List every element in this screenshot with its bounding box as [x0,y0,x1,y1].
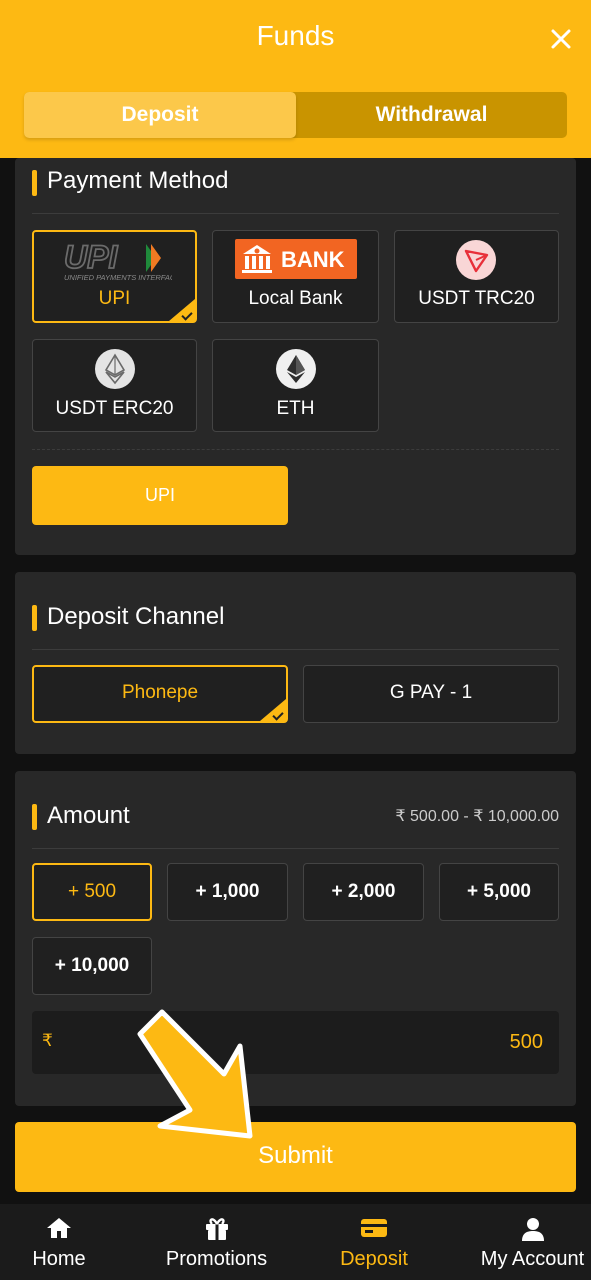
tron-icon [456,240,496,280]
tab-bar: Deposit Withdrawal [24,92,567,138]
nav-label: My Account [480,1248,585,1270]
svg-text:UNIFIED PAYMENTS INTERFACE: UNIFIED PAYMENTS INTERFACE [64,273,172,282]
payment-option-usdt-trc20[interactable]: USDT TRC20 [394,230,559,323]
payment-option-upi[interactable]: UPI UNIFIED PAYMENTS INTERFACE UPI [32,230,197,323]
user-icon [520,1216,546,1247]
payment-method-title: Payment Method [47,167,229,194]
amount-chip-500[interactable]: + 500 [32,863,152,921]
bottom-nav: Home Promotions Deposit My Account [0,1204,591,1280]
payment-option-label: Local Bank [248,288,343,309]
divider [32,848,559,849]
divider [32,213,559,214]
currency-symbol: ₹ [42,1031,53,1050]
amount-chip-10000[interactable]: + 10,000 [32,937,152,995]
gift-icon [204,1216,230,1247]
home-icon [46,1216,72,1245]
divider [32,649,559,650]
deposit-channel-title: Deposit Channel [47,603,225,630]
amount-title: Amount [47,802,130,829]
amount-chip-2000[interactable]: + 2,000 [303,863,424,921]
payment-method-card: Payment Method UPI UNIFIED PAYMENTS INTE… [15,158,576,555]
upi-sub-button[interactable]: UPI [32,466,288,525]
nav-promotions[interactable]: Promotions [150,1204,283,1280]
upi-logo: UPI UNIFIED PAYMENTS INTERFACE [62,238,181,282]
channel-option-label: G PAY - 1 [389,682,473,703]
dashed-divider [32,449,559,450]
card-icon [360,1216,388,1245]
submit-button[interactable]: Submit [15,1122,576,1192]
amount-card: Amount ₹ 500.00 - ₹ 10,000.00 + 500 + 1,… [15,771,576,1106]
header: Funds Deposit Withdrawal [0,0,591,158]
channel-option-phonepe[interactable]: Phonepe [32,665,288,723]
amount-chip-1000[interactable]: + 1,000 [167,863,288,921]
channel-option-gpay[interactable]: G PAY - 1 [303,665,559,723]
nav-label: Promotions [165,1248,268,1270]
payment-option-label: USDT ERC20 [55,398,174,419]
payment-option-eth[interactable]: ETH [212,339,379,432]
amount-input[interactable]: ₹ 500 [32,1011,559,1074]
payment-option-label: USDT TRC20 [418,288,535,309]
svg-text:BANK: BANK [281,247,345,272]
bank-logo: BANK [235,239,357,279]
amount-range: ₹ 500.00 - ₹ 10,000.00 [395,808,559,825]
channel-option-label: Phonepe [121,682,199,703]
amount-chip-5000[interactable]: + 5,000 [439,863,559,921]
tab-deposit[interactable]: Deposit [24,92,296,138]
svg-text:UPI: UPI [64,239,118,275]
nav-my-account[interactable]: My Account [474,1204,591,1280]
payment-option-label: ETH [276,398,315,419]
page-title: Funds [256,20,335,51]
close-icon[interactable] [549,27,573,51]
nav-label: Deposit [340,1248,408,1270]
ethereum-icon [95,349,135,389]
nav-home[interactable]: Home [0,1204,118,1280]
payment-option-local-bank[interactable]: BANK Local Bank [212,230,379,323]
nav-deposit[interactable]: Deposit [320,1204,428,1280]
deposit-channel-card: Deposit Channel Phonepe G PAY - 1 [15,572,576,754]
tab-withdrawal[interactable]: Withdrawal [296,92,567,138]
payment-option-usdt-erc20[interactable]: USDT ERC20 [32,339,197,432]
amount-value: 500 [509,1031,543,1053]
ethereum-icon [276,349,316,389]
nav-label: Home [32,1248,86,1270]
